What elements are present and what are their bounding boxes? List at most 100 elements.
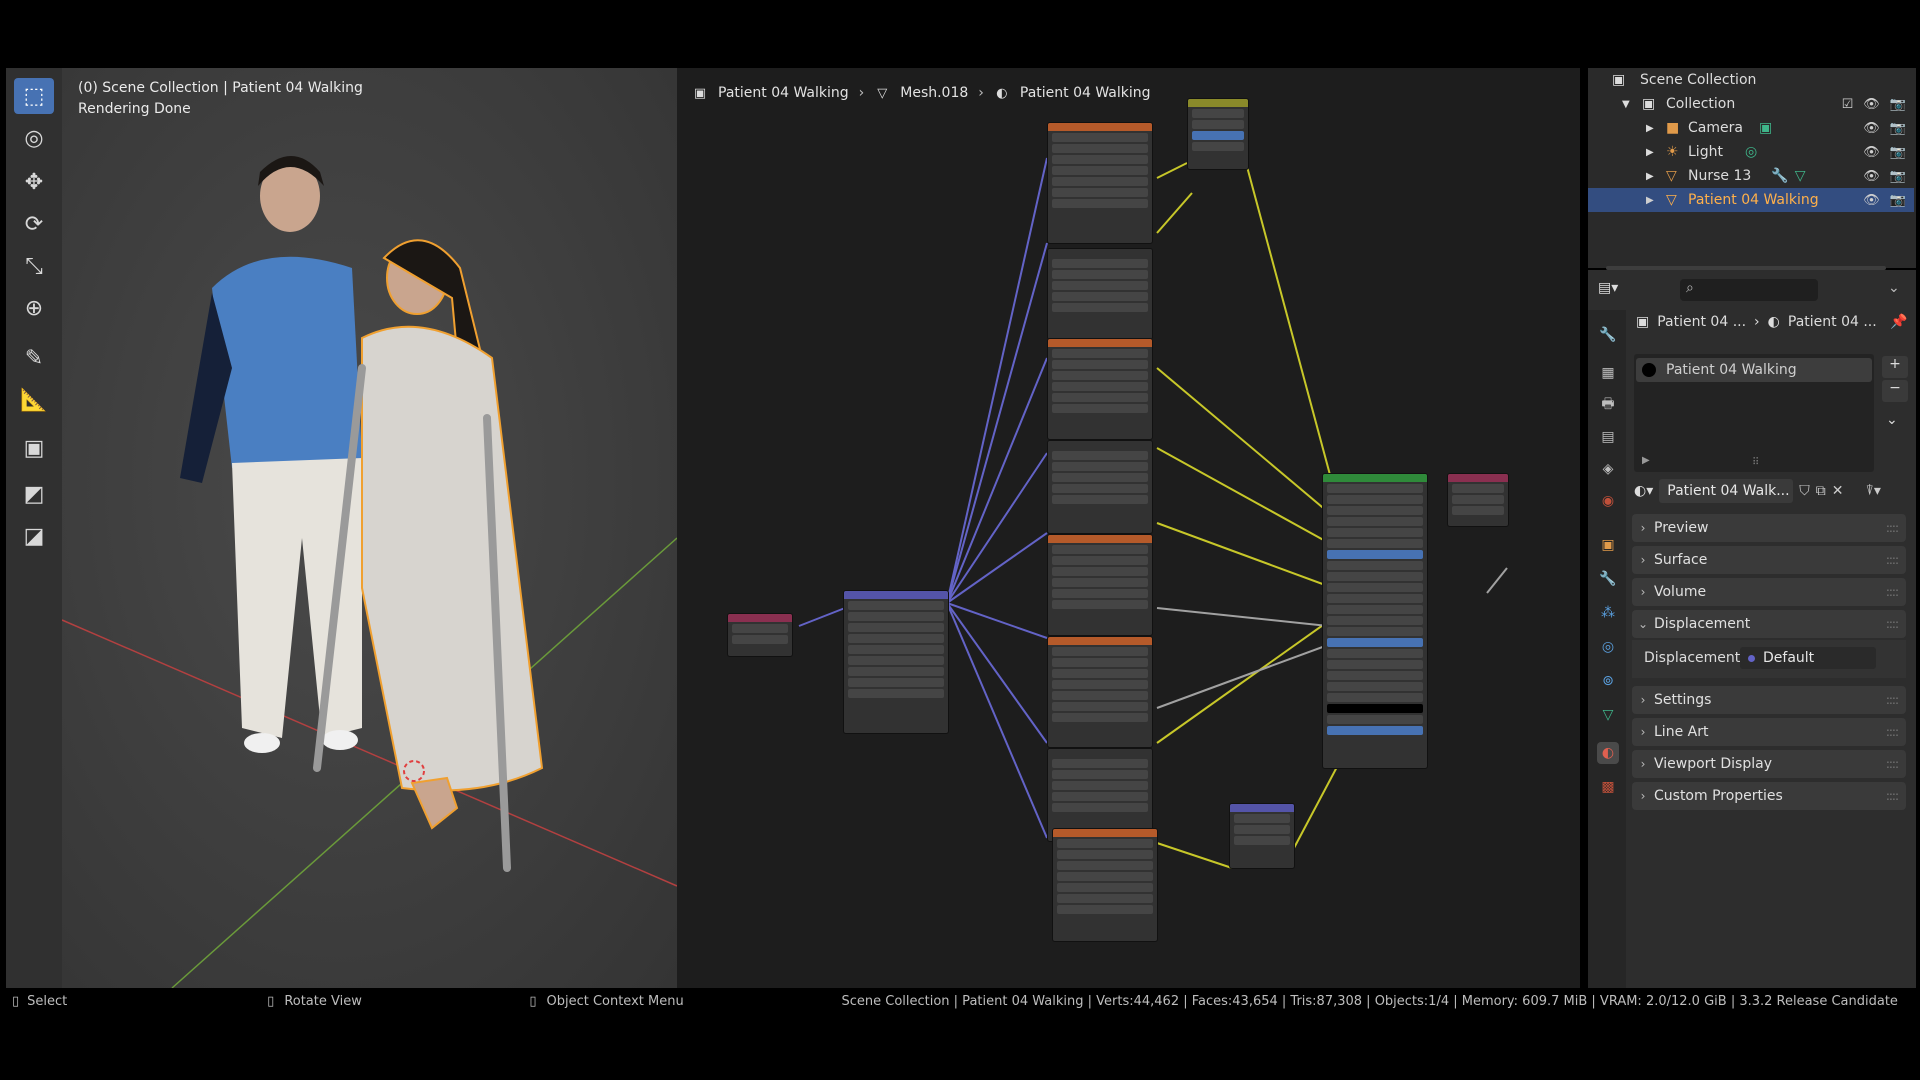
collapse-icon[interactable]: ▼ (1622, 99, 1636, 110)
duplicate-icon[interactable]: ⧉ (1816, 483, 1826, 499)
eye-icon[interactable]: 👁 (1863, 193, 1880, 208)
image-texture-node-normal[interactable] (1052, 828, 1158, 942)
camera-render-icon[interactable]: 📷 (1890, 145, 1906, 160)
output-tab-icon[interactable]: 🖶 (1597, 394, 1619, 416)
fake-user-shield-icon[interactable]: ⛉ (1799, 483, 1810, 499)
eye-icon[interactable]: 👁 (1863, 97, 1880, 112)
tool-tab-icon[interactable]: 🔧 (1597, 324, 1619, 346)
extrude-tool-icon[interactable]: ◩ (14, 476, 54, 512)
scale-tool-icon[interactable]: ⤡ (14, 248, 54, 284)
panel-surface[interactable]: › Surface:::: (1632, 546, 1906, 574)
eye-icon[interactable]: 👁 (1863, 121, 1880, 136)
outliner[interactable]: ▣ Scene Collection ▼ ▣ Collection ☑ 👁 📷 ▶ … (1588, 68, 1916, 270)
expand-icon[interactable]: ▶ (1646, 147, 1660, 158)
material-output-node[interactable] (1447, 473, 1509, 527)
annotate-tool-icon[interactable]: ✎ (14, 340, 54, 376)
inset-tool-icon[interactable]: ◪ (14, 518, 54, 554)
image-texture-node-sss[interactable] (1047, 338, 1153, 440)
eye-icon[interactable]: 👁 (1863, 169, 1880, 184)
world-tab-icon[interactable]: ◉ (1597, 490, 1619, 512)
transform-tool-icon[interactable]: ⊕ (14, 290, 54, 326)
object-tab-icon[interactable]: ▣ (1597, 534, 1619, 556)
panel-line-art[interactable]: › Line Art:::: (1632, 718, 1906, 746)
cursor-tool-icon[interactable]: ◎ (14, 120, 54, 156)
expand-icon[interactable]: ▶ (1642, 455, 1650, 466)
remove-slot-button[interactable]: − (1882, 380, 1908, 402)
material-browse-icon[interactable]: ◐▾ (1634, 483, 1653, 499)
material-name-field[interactable]: Patient 04 Walk... (1659, 479, 1794, 503)
image-texture-node-metalness[interactable] (1047, 534, 1153, 636)
expand-icon[interactable]: ▶ (1646, 171, 1660, 182)
image-texture-node-curvature[interactable] (1047, 122, 1153, 244)
breadcrumb-material[interactable]: Patient 04 Walking (1020, 85, 1151, 101)
breadcrumb-mesh[interactable]: Mesh.018 (900, 85, 968, 101)
outliner-scene-collection[interactable]: ▣ Scene Collection (1588, 68, 1914, 92)
view-layer-tab-icon[interactable]: ▤ (1597, 426, 1619, 448)
texture-tab-icon[interactable]: ▩ (1597, 776, 1619, 798)
expand-icon[interactable]: ▶ (1646, 195, 1660, 206)
camera-render-icon[interactable]: 📷 (1890, 121, 1906, 136)
options-chevron-icon[interactable]: ⌄ (1888, 280, 1900, 296)
outliner-item-patient[interactable]: ▶ ▽ Patient 04 Walking 👁 📷 (1588, 188, 1914, 212)
normal-map-node[interactable] (1229, 803, 1295, 869)
editor-type-icon[interactable]: ▤▾ (1598, 280, 1628, 302)
grip-icon[interactable]: :::: (1886, 553, 1899, 567)
grip-icon[interactable]: :::: (1886, 789, 1899, 803)
modifier-tab-icon[interactable]: 🔧 (1597, 568, 1619, 590)
camera-render-icon[interactable]: 📷 (1890, 97, 1906, 112)
scene-tab-icon[interactable]: ◈ (1597, 458, 1619, 480)
slot-menu-chevron-icon[interactable]: ⌄ (1886, 412, 1898, 428)
panel-displacement[interactable]: ⌄ Displacement:::: (1632, 610, 1906, 638)
grip-icon[interactable]: :::: (1886, 617, 1899, 631)
node-tree-icon[interactable]: ⍒▾ (1865, 483, 1880, 499)
outliner-item-camera[interactable]: ▶ ■ Camera ▣ 👁 📷 (1588, 116, 1914, 140)
outliner-collection[interactable]: ▼ ▣ Collection ☑ 👁 📷 (1588, 92, 1914, 116)
move-tool-icon[interactable]: ✥ (14, 164, 54, 200)
uv-map-node[interactable] (727, 613, 793, 657)
image-texture-node-specular[interactable] (1047, 636, 1153, 748)
material-slot-list[interactable]: Patient 04 Walking ▶ ⠿ (1634, 354, 1874, 472)
select-box-tool-icon[interactable]: ⬚ (14, 78, 54, 114)
add-cube-tool-icon[interactable]: ▣ (14, 430, 54, 466)
unlink-close-icon[interactable]: ✕ (1832, 483, 1844, 499)
image-texture-node-diffuse[interactable] (1047, 248, 1153, 340)
shader-node-editor[interactable] (677, 68, 1580, 988)
render-tab-icon[interactable]: ▦ (1597, 362, 1619, 384)
grip-icon[interactable]: :::: (1886, 693, 1899, 707)
mapping-node[interactable] (843, 590, 949, 734)
panel-custom-properties[interactable]: › Custom Properties:::: (1632, 782, 1906, 810)
image-texture-node-sss-color[interactable] (1047, 440, 1153, 534)
properties-search-input[interactable]: ⌕ (1680, 279, 1818, 301)
overlay-node[interactable] (1187, 98, 1249, 170)
panel-settings[interactable]: › Settings:::: (1632, 686, 1906, 714)
data-tab-icon[interactable]: ▽ (1597, 704, 1619, 726)
material-slot-item[interactable]: Patient 04 Walking (1636, 358, 1872, 382)
panel-volume[interactable]: › Volume:::: (1632, 578, 1906, 606)
grip-icon[interactable]: :::: (1886, 521, 1899, 535)
eye-icon[interactable]: 👁 (1863, 145, 1880, 160)
checkbox-icon[interactable]: ☑ (1842, 97, 1854, 112)
breadcrumb-object[interactable]: Patient 04 Walking (718, 85, 849, 101)
pin-icon[interactable]: 📌 (1890, 314, 1907, 330)
resize-handle-icon[interactable]: ⠿ (1752, 457, 1759, 468)
displacement-dropdown[interactable]: Default (1740, 647, 1876, 669)
constraints-tab-icon[interactable]: ⊚ (1597, 670, 1619, 692)
rotate-tool-icon[interactable]: ⟳ (14, 206, 54, 242)
material-tab-icon[interactable]: ◐ (1597, 742, 1619, 764)
panel-preview[interactable]: › Preview:::: (1632, 514, 1906, 542)
measure-tool-icon[interactable]: 📐 (14, 382, 54, 418)
particles-tab-icon[interactable]: ⁂ (1597, 602, 1619, 624)
outliner-item-nurse[interactable]: ▶ ▽ Nurse 13 🔧 ▽ 👁 📷 (1588, 164, 1914, 188)
camera-render-icon[interactable]: 📷 (1890, 193, 1906, 208)
grip-icon[interactable]: :::: (1886, 757, 1899, 771)
panel-viewport-display[interactable]: › Viewport Display:::: (1632, 750, 1906, 778)
outliner-item-light[interactable]: ▶ ☀ Light ◎ 👁 📷 (1588, 140, 1914, 164)
expand-icon[interactable]: ▶ (1646, 123, 1660, 134)
physics-tab-icon[interactable]: ◎ (1597, 636, 1619, 658)
3d-viewport[interactable] (62, 68, 677, 988)
grip-icon[interactable]: :::: (1886, 585, 1899, 599)
camera-render-icon[interactable]: 📷 (1890, 169, 1906, 184)
add-slot-button[interactable]: + (1882, 356, 1908, 378)
principled-bsdf-node[interactable] (1322, 473, 1428, 769)
grip-icon[interactable]: :::: (1886, 725, 1899, 739)
